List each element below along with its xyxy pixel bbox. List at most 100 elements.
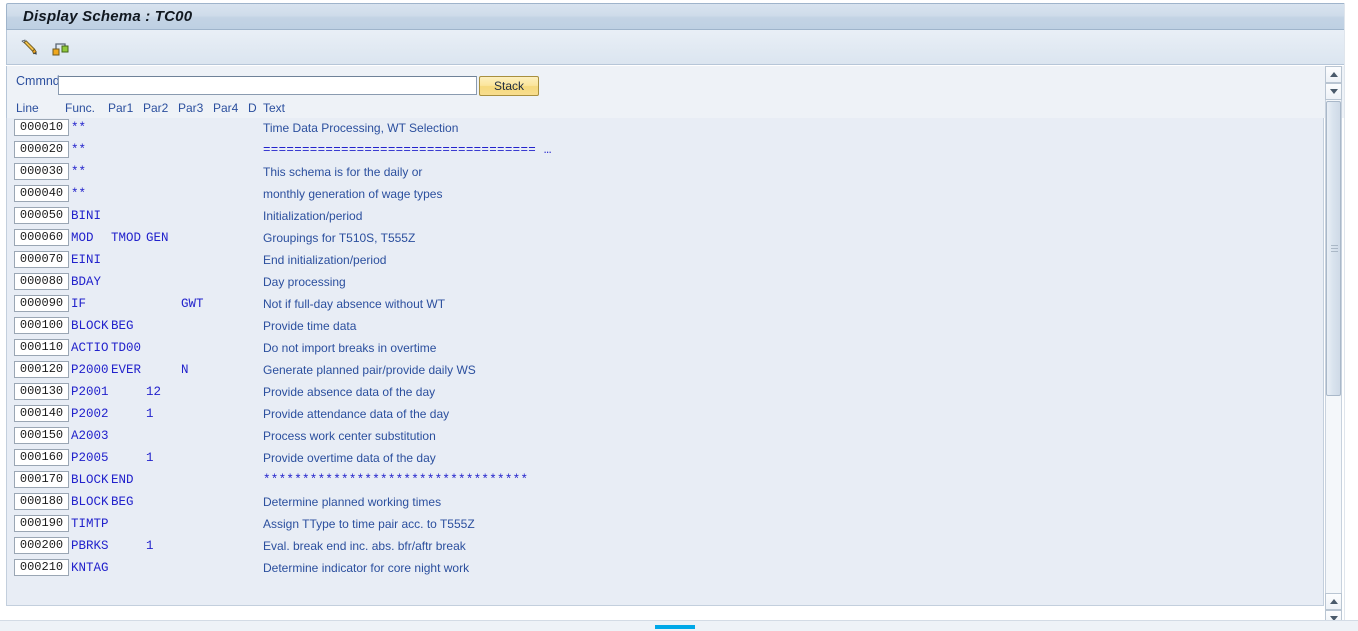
cell-func[interactable]: P2001	[71, 385, 109, 399]
line-number-field[interactable]: 000140	[14, 405, 69, 422]
cell-func[interactable]: ACTIO	[71, 341, 109, 355]
cell-text[interactable]: **********************************	[263, 473, 528, 487]
line-number-field[interactable]: 000050	[14, 207, 69, 224]
line-number-field[interactable]: 000120	[14, 361, 69, 378]
line-number-field[interactable]: 000170	[14, 471, 69, 488]
cell-text[interactable]: Do not import breaks in overtime	[263, 341, 436, 355]
cell-par2[interactable]: GEN	[146, 231, 169, 245]
line-number-field[interactable]: 000130	[14, 383, 69, 400]
cell-text[interactable]: Determine indicator for core night work	[263, 561, 469, 575]
table-row[interactable]: 000030 ** This schema is for the daily or	[7, 162, 1323, 184]
cell-func[interactable]: PBRKS	[71, 539, 109, 553]
table-row[interactable]: 000020 ** ================================…	[7, 140, 1323, 162]
cell-func[interactable]: A2003	[71, 429, 109, 443]
table-row[interactable]: 000210 KNTAG Determine indicator for core …	[7, 558, 1323, 580]
line-number-field[interactable]: 000010	[14, 119, 69, 136]
table-row[interactable]: 000100 BLOCK BEG Provide time data	[7, 316, 1323, 338]
line-number-field[interactable]: 000190	[14, 515, 69, 532]
cell-text[interactable]: This schema is for the daily or	[263, 165, 422, 179]
table-row[interactable]: 000170 BLOCK END **************************…	[7, 470, 1323, 492]
cell-func[interactable]: BLOCK	[71, 319, 109, 333]
cell-text[interactable]: Determine planned working times	[263, 495, 441, 509]
cell-func[interactable]: **	[71, 143, 86, 157]
cell-func[interactable]: IF	[71, 297, 86, 311]
table-row[interactable]: 000150 A2003 Process work center substitut…	[7, 426, 1323, 448]
cell-text[interactable]: Provide overtime data of the day	[263, 451, 436, 465]
cell-par2[interactable]: 1	[146, 407, 154, 421]
line-number-field[interactable]: 000210	[14, 559, 69, 576]
vertical-scrollbar[interactable]	[1325, 66, 1342, 627]
table-row[interactable]: 000160 P2005 1 Provide overtime data of the…	[7, 448, 1323, 470]
cell-par1[interactable]: BEG	[111, 495, 134, 509]
line-number-field[interactable]: 000180	[14, 493, 69, 510]
cell-func[interactable]: P2002	[71, 407, 109, 421]
cell-func[interactable]: **	[71, 187, 86, 201]
line-number-field[interactable]: 000110	[14, 339, 69, 356]
scroll-down-button-top[interactable]	[1325, 83, 1342, 100]
table-row[interactable]: 000050 BINI Initialization/period	[7, 206, 1323, 228]
line-number-field[interactable]: 000040	[14, 185, 69, 202]
cell-text[interactable]: End initialization/period	[263, 253, 386, 267]
stack-button[interactable]: Stack	[479, 76, 539, 96]
cell-par3[interactable]: GWT	[181, 297, 204, 311]
cell-par1[interactable]: EVER	[111, 363, 141, 377]
cell-func[interactable]: **	[71, 165, 86, 179]
cell-par2[interactable]: 1	[146, 451, 154, 465]
table-row[interactable]: 000130 P2001 12 Provide absence data of the…	[7, 382, 1323, 404]
scroll-up-button-top[interactable]	[1325, 66, 1342, 83]
table-row[interactable]: 000080 BDAY Day processing	[7, 272, 1323, 294]
cell-par2[interactable]: 1	[146, 539, 154, 553]
line-number-field[interactable]: 000100	[14, 317, 69, 334]
scrollbar-thumb[interactable]	[1326, 101, 1341, 396]
line-number-field[interactable]: 000090	[14, 295, 69, 312]
cell-text[interactable]: Assign TType to time pair acc. to T555Z	[263, 517, 475, 531]
line-number-field[interactable]: 000080	[14, 273, 69, 290]
table-row[interactable]: 000200 PBRKS 1 Eval. break end inc. abs. bf…	[7, 536, 1323, 558]
cell-text[interactable]: Not if full-day absence without WT	[263, 297, 445, 311]
cell-par2[interactable]: 12	[146, 385, 161, 399]
table-row[interactable]: 000190 TIMTP Assign TType to time pair acc…	[7, 514, 1323, 536]
cell-text[interactable]: Provide time data	[263, 319, 356, 333]
cell-par3[interactable]: N	[181, 363, 189, 377]
table-row[interactable]: 000040 ** monthly generation of wage types	[7, 184, 1323, 206]
table-row[interactable]: 000010 ** Time Data Processing, WT Selecti…	[7, 118, 1323, 140]
table-row[interactable]: 000120 P2000 EVER N Generate planned pair/pr…	[7, 360, 1323, 382]
line-number-field[interactable]: 000200	[14, 537, 69, 554]
cell-text[interactable]: monthly generation of wage types	[263, 187, 442, 201]
cell-text[interactable]: Initialization/period	[263, 209, 362, 223]
cell-text[interactable]: Generate planned pair/provide daily WS	[263, 363, 476, 377]
table-row[interactable]: 000110 ACTIO TD00 Do not import breaks in o…	[7, 338, 1323, 360]
cell-text[interactable]: =================================== …	[263, 143, 552, 157]
cell-func[interactable]: BINI	[71, 209, 101, 223]
cell-text[interactable]: Process work center substitution	[263, 429, 436, 443]
line-number-field[interactable]: 000030	[14, 163, 69, 180]
hierarchy-structure-icon[interactable]	[49, 36, 73, 58]
cell-func[interactable]: TIMTP	[71, 517, 109, 531]
table-row[interactable]: 000090 IF GWT Not if full-day absence witho…	[7, 294, 1323, 316]
cell-func[interactable]: EINI	[71, 253, 101, 267]
cell-func[interactable]: KNTAG	[71, 561, 109, 575]
cell-func[interactable]: P2000	[71, 363, 109, 377]
command-input[interactable]	[58, 76, 477, 95]
line-number-field[interactable]: 000070	[14, 251, 69, 268]
table-row[interactable]: 000180 BLOCK BEG Determine planned working …	[7, 492, 1323, 514]
cell-text[interactable]: Provide attendance data of the day	[263, 407, 449, 421]
cell-par1[interactable]: END	[111, 473, 134, 487]
cell-text[interactable]: Groupings for T510S, T555Z	[263, 231, 415, 245]
cell-text[interactable]: Day processing	[263, 275, 346, 289]
table-row[interactable]: 000140 P2002 1 Provide attendance data of t…	[7, 404, 1323, 426]
cell-func[interactable]: BLOCK	[71, 473, 109, 487]
cell-text[interactable]: Time Data Processing, WT Selection	[263, 121, 458, 135]
cell-func[interactable]: BDAY	[71, 275, 101, 289]
cell-func[interactable]: MOD	[71, 231, 94, 245]
cell-text[interactable]: Provide absence data of the day	[263, 385, 435, 399]
cell-func[interactable]: **	[71, 121, 86, 135]
line-number-field[interactable]: 000160	[14, 449, 69, 466]
cell-text[interactable]: Eval. break end inc. abs. bfr/aftr break	[263, 539, 466, 553]
cell-par1[interactable]: TD00	[111, 341, 141, 355]
cell-par1[interactable]: BEG	[111, 319, 134, 333]
table-row[interactable]: 000070 EINI End initialization/period	[7, 250, 1323, 272]
cell-par1[interactable]: TMOD	[111, 231, 141, 245]
cell-func[interactable]: P2005	[71, 451, 109, 465]
line-number-field[interactable]: 000060	[14, 229, 69, 246]
